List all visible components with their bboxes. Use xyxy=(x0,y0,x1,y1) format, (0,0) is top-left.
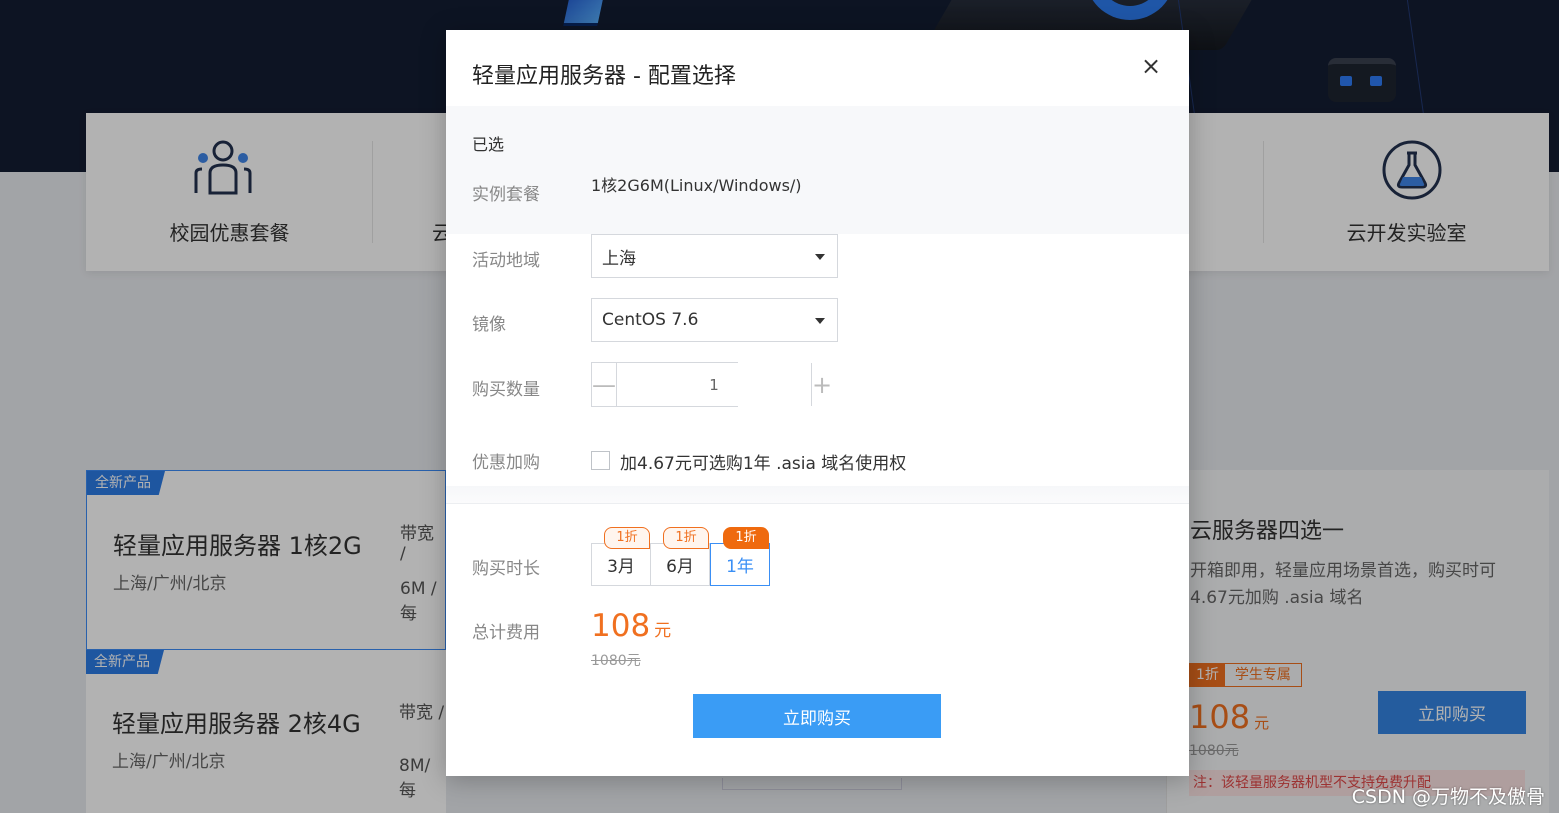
region-select[interactable]: 上海 xyxy=(591,234,838,278)
image-select[interactable]: CentOS 7.6 xyxy=(591,298,838,342)
buy-now-button[interactable]: 立即购买 xyxy=(693,694,941,738)
instance-value: 1核2G6M(Linux/Windows/) xyxy=(591,176,802,195)
minus-button[interactable]: — xyxy=(592,363,616,406)
watermark: CSDN @万物不及傲骨 xyxy=(1351,786,1545,808)
region-value: 上海 xyxy=(602,248,636,269)
duration-option-6m[interactable]: 6月 xyxy=(650,543,710,586)
duration-option-3m[interactable]: 3月 xyxy=(591,543,651,586)
duration-label: 购买时长 xyxy=(472,559,540,579)
discount-tag: 1折 xyxy=(604,527,650,549)
quantity-input[interactable] xyxy=(616,363,812,406)
addon-checkbox[interactable] xyxy=(591,451,610,470)
addon-label: 优惠加购 xyxy=(472,453,540,473)
selected-title: 已选 xyxy=(472,135,505,154)
image-value: CentOS 7.6 xyxy=(602,310,699,330)
discount-tag: 1折 xyxy=(723,527,769,549)
close-icon[interactable]: × xyxy=(1137,52,1165,80)
quantity-stepper: — + xyxy=(591,362,833,407)
total-price: 108 元 xyxy=(591,608,672,644)
discount-tag: 1折 xyxy=(663,527,709,549)
addon-text[interactable]: 加4.67元可选购1年 .asia 域名使用权 xyxy=(620,449,906,474)
image-label: 镜像 xyxy=(472,315,506,335)
plus-button[interactable]: + xyxy=(812,363,833,406)
chevron-down-icon xyxy=(815,318,825,324)
selected-panel: 已选 实例套餐 1核2G6M(Linux/Windows/) xyxy=(446,106,1189,234)
chevron-down-icon xyxy=(815,254,825,260)
duration-option-1y[interactable]: 1年 xyxy=(710,543,770,586)
section-divider xyxy=(446,486,1189,504)
config-modal: 轻量应用服务器 - 配置选择 × 已选 实例套餐 1核2G6M(Linux/Wi… xyxy=(446,30,1189,776)
region-label: 活动地域 xyxy=(472,251,540,271)
total-label: 总计费用 xyxy=(472,623,540,643)
quantity-label: 购买数量 xyxy=(472,380,540,400)
original-price: 1080元 xyxy=(591,653,641,669)
modal-title: 轻量应用服务器 - 配置选择 xyxy=(472,64,736,89)
instance-label: 实例套餐 xyxy=(472,185,540,205)
